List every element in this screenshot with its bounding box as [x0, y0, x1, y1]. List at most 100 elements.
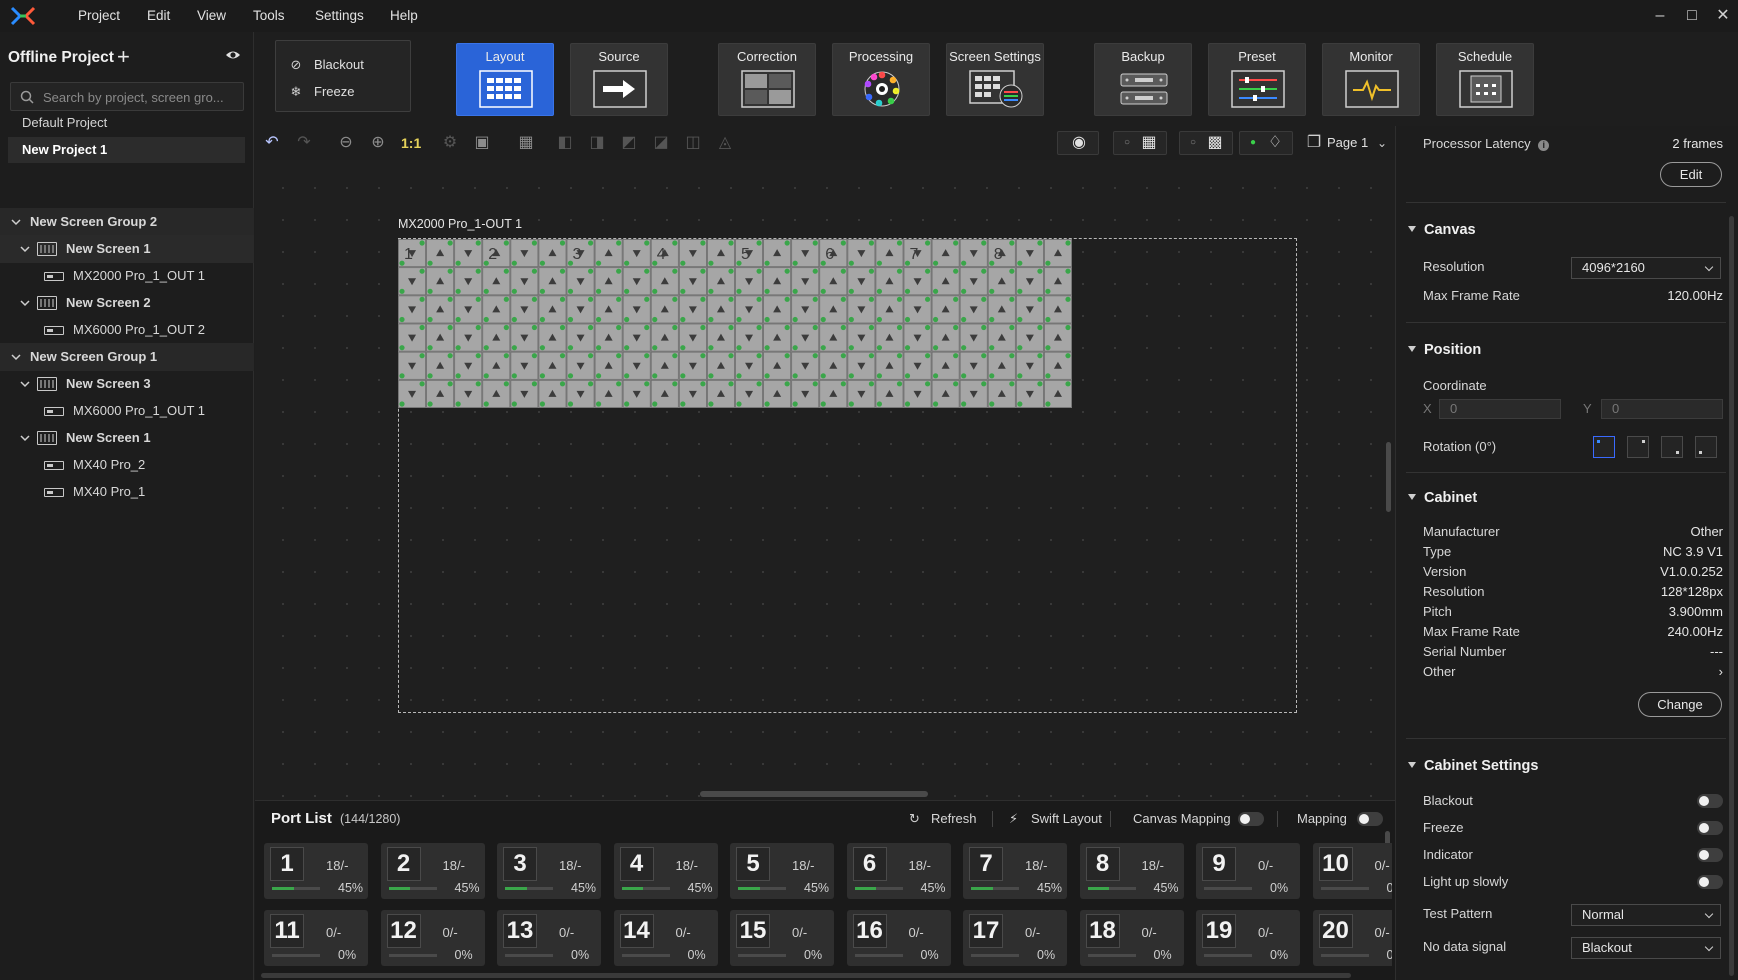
port-tile-16[interactable]: 16 0/- 0% [846, 910, 951, 966]
align-left-icon[interactable]: ◧ [556, 134, 574, 152]
rotation-270-button[interactable] [1695, 436, 1717, 458]
tool-preset[interactable]: Preset [1208, 43, 1306, 116]
menu-help[interactable]: Help [390, 8, 418, 23]
tree-device-mx40-pro-2[interactable]: MX40 Pro_2 [0, 451, 254, 479]
port-tile-10[interactable]: 10 0/- 0% [1312, 843, 1392, 899]
menu-edit[interactable]: Edit [147, 8, 170, 23]
maximize-icon[interactable]: □ [1682, 7, 1702, 25]
setting-toggle[interactable] [1697, 848, 1723, 862]
tree-group-new-screen-group-2[interactable]: New Screen Group 2 [0, 208, 254, 236]
redo-icon[interactable]: ↷ [295, 134, 313, 152]
setting-toggle[interactable] [1697, 875, 1723, 889]
tree-screen-new-screen-3[interactable]: New Screen 3 [0, 370, 254, 398]
chevron-down-icon[interactable] [19, 297, 31, 309]
cabinet-section-header[interactable]: Cabinet [1408, 490, 1477, 506]
canvas-horizontal-scrollbar[interactable] [700, 791, 928, 797]
tree-screen-new-screen-2[interactable]: New Screen 2 [0, 289, 254, 317]
cabinet-grid[interactable]: 1 2 3 4 5 6 7 8 [398, 239, 1072, 408]
port-tile-19[interactable]: 19 0/- 0% [1196, 910, 1300, 966]
properties-scrollbar[interactable] [1729, 216, 1734, 976]
distribute-horizontal-icon[interactable]: ◫ [684, 134, 702, 152]
y-input[interactable]: 0 [1601, 399, 1723, 419]
screenshot-button[interactable]: ◉ [1057, 131, 1099, 155]
menu-tools[interactable]: Tools [253, 8, 285, 23]
tree-screen-new-screen-1[interactable]: New Screen 1 [0, 235, 254, 263]
tree-device-mx40-pro-1[interactable]: MX40 Pro_1 [0, 478, 254, 506]
cabinet-settings-section-header[interactable]: Cabinet Settings [1408, 758, 1538, 774]
mapping-toggle[interactable] [1357, 812, 1383, 826]
page-icon[interactable]: ❐ [1305, 134, 1323, 152]
chevron-down-icon[interactable] [19, 243, 31, 255]
align-bottom-icon[interactable]: ◪ [652, 134, 670, 152]
port-tile-11[interactable]: 11 0/- 0% [264, 910, 368, 966]
port-tile-13[interactable]: 13 0/- 0% [497, 910, 601, 966]
blackout-button[interactable]: ⊘ Blackout [288, 55, 364, 75]
menu-settings[interactable]: Settings [315, 8, 364, 23]
eye-icon[interactable] [225, 48, 241, 62]
tool-source[interactable]: Source [570, 43, 668, 116]
edit-button[interactable]: Edit [1660, 162, 1722, 187]
close-icon[interactable]: ✕ [1713, 7, 1733, 25]
refresh-icon[interactable]: ↻ [909, 811, 920, 827]
port-tile-14[interactable]: 14 0/- 0% [613, 910, 718, 966]
zoom-in-icon[interactable]: ⊕ [369, 134, 387, 152]
port-tile-5[interactable]: 5 18/- 45% [730, 843, 834, 899]
search-input[interactable] [43, 87, 239, 107]
port-tile-1[interactable]: 1 18/- 45% [264, 843, 368, 899]
zoom-out-icon[interactable]: ⊖ [337, 134, 355, 152]
distribute-vertical-icon[interactable]: ◬ [716, 134, 734, 152]
menu-project[interactable]: Project [78, 8, 120, 23]
cabinet-row-other[interactable]: Other › [1423, 664, 1723, 682]
port-tile-17[interactable]: 17 0/- 0% [963, 910, 1067, 966]
canvas-section-header[interactable]: Canvas [1408, 222, 1476, 238]
port-tile-15[interactable]: 15 0/- 0% [730, 910, 834, 966]
tool-screen-settings[interactable]: Screen Settings [946, 43, 1044, 116]
x-input[interactable]: 0 [1439, 399, 1561, 419]
fit-screen-icon[interactable]: ⚙ [441, 134, 459, 152]
clapper-toggle[interactable]: ○ ▩ [1179, 131, 1233, 155]
align-right-icon[interactable]: ◨ [588, 134, 606, 152]
position-section-header[interactable]: Position [1408, 342, 1481, 358]
setting-toggle[interactable] [1697, 821, 1723, 835]
tree-device-mx6000-out1[interactable]: MX6000 Pro_1_OUT 1 [0, 397, 254, 425]
swift-layout-button[interactable]: Swift Layout [1031, 811, 1102, 826]
port-tile-8[interactable]: 8 18/- 45% [1079, 843, 1184, 899]
tool-processing[interactable]: Processing [832, 43, 930, 116]
layout-canvas[interactable]: MX2000 Pro_1-OUT 1 1 2 3 4 5 6 7 8 [255, 160, 1395, 800]
project-item-new-project-1[interactable]: New Project 1 [8, 137, 245, 163]
test-pattern-select[interactable]: Normal [1571, 904, 1721, 926]
grid-icon[interactable]: ▦ [517, 134, 535, 152]
project-item-default[interactable]: Default Project [8, 110, 245, 136]
align-top-icon[interactable]: ◩ [620, 134, 638, 152]
undo-icon[interactable]: ↶ [263, 134, 281, 152]
grid-view-toggle[interactable]: ○ ▦ [1113, 131, 1167, 155]
port-tile-9[interactable]: 9 0/- 0% [1196, 843, 1300, 899]
port-tile-2[interactable]: 2 18/- 45% [380, 843, 485, 899]
tree-group-new-screen-group-1[interactable]: New Screen Group 1 [0, 343, 254, 371]
minimize-icon[interactable]: – [1650, 7, 1670, 25]
chevron-down-icon[interactable] [19, 378, 31, 390]
add-project-icon[interactable]: + [117, 44, 130, 70]
fit-window-icon[interactable]: ▣ [473, 134, 491, 152]
port-list-horizontal-scrollbar[interactable] [261, 973, 1351, 978]
tree-screen-new-screen-1b[interactable]: New Screen 1 [0, 424, 254, 452]
resolution-select[interactable]: 4096*2160 [1571, 257, 1721, 279]
tool-monitor[interactable]: Monitor [1322, 43, 1420, 116]
change-button[interactable]: Change [1638, 692, 1722, 717]
tree-device-mx6000-out2[interactable]: MX6000 Pro_1_OUT 2 [0, 316, 254, 344]
tool-backup[interactable]: Backup [1094, 43, 1192, 116]
info-icon[interactable]: i [1538, 140, 1550, 151]
freeze-button[interactable]: ❄ Freeze [288, 82, 355, 102]
port-tile-20[interactable]: 20 0/- 0% [1312, 910, 1392, 966]
port-tile-7[interactable]: 7 18/- 45% [963, 843, 1067, 899]
layers-toggle[interactable]: ● ♢ [1239, 131, 1293, 155]
port-tile-4[interactable]: 4 18/- 45% [613, 843, 718, 899]
canvas-mapping-toggle[interactable] [1238, 812, 1264, 826]
chevron-down-icon[interactable] [19, 432, 31, 444]
search-box[interactable] [10, 82, 244, 111]
tool-layout[interactable]: Layout [456, 43, 554, 116]
no-data-signal-select[interactable]: Blackout [1571, 937, 1721, 959]
chevron-down-icon[interactable] [10, 216, 22, 228]
rotation-180-button[interactable] [1661, 436, 1683, 458]
refresh-button[interactable]: Refresh [931, 811, 977, 826]
